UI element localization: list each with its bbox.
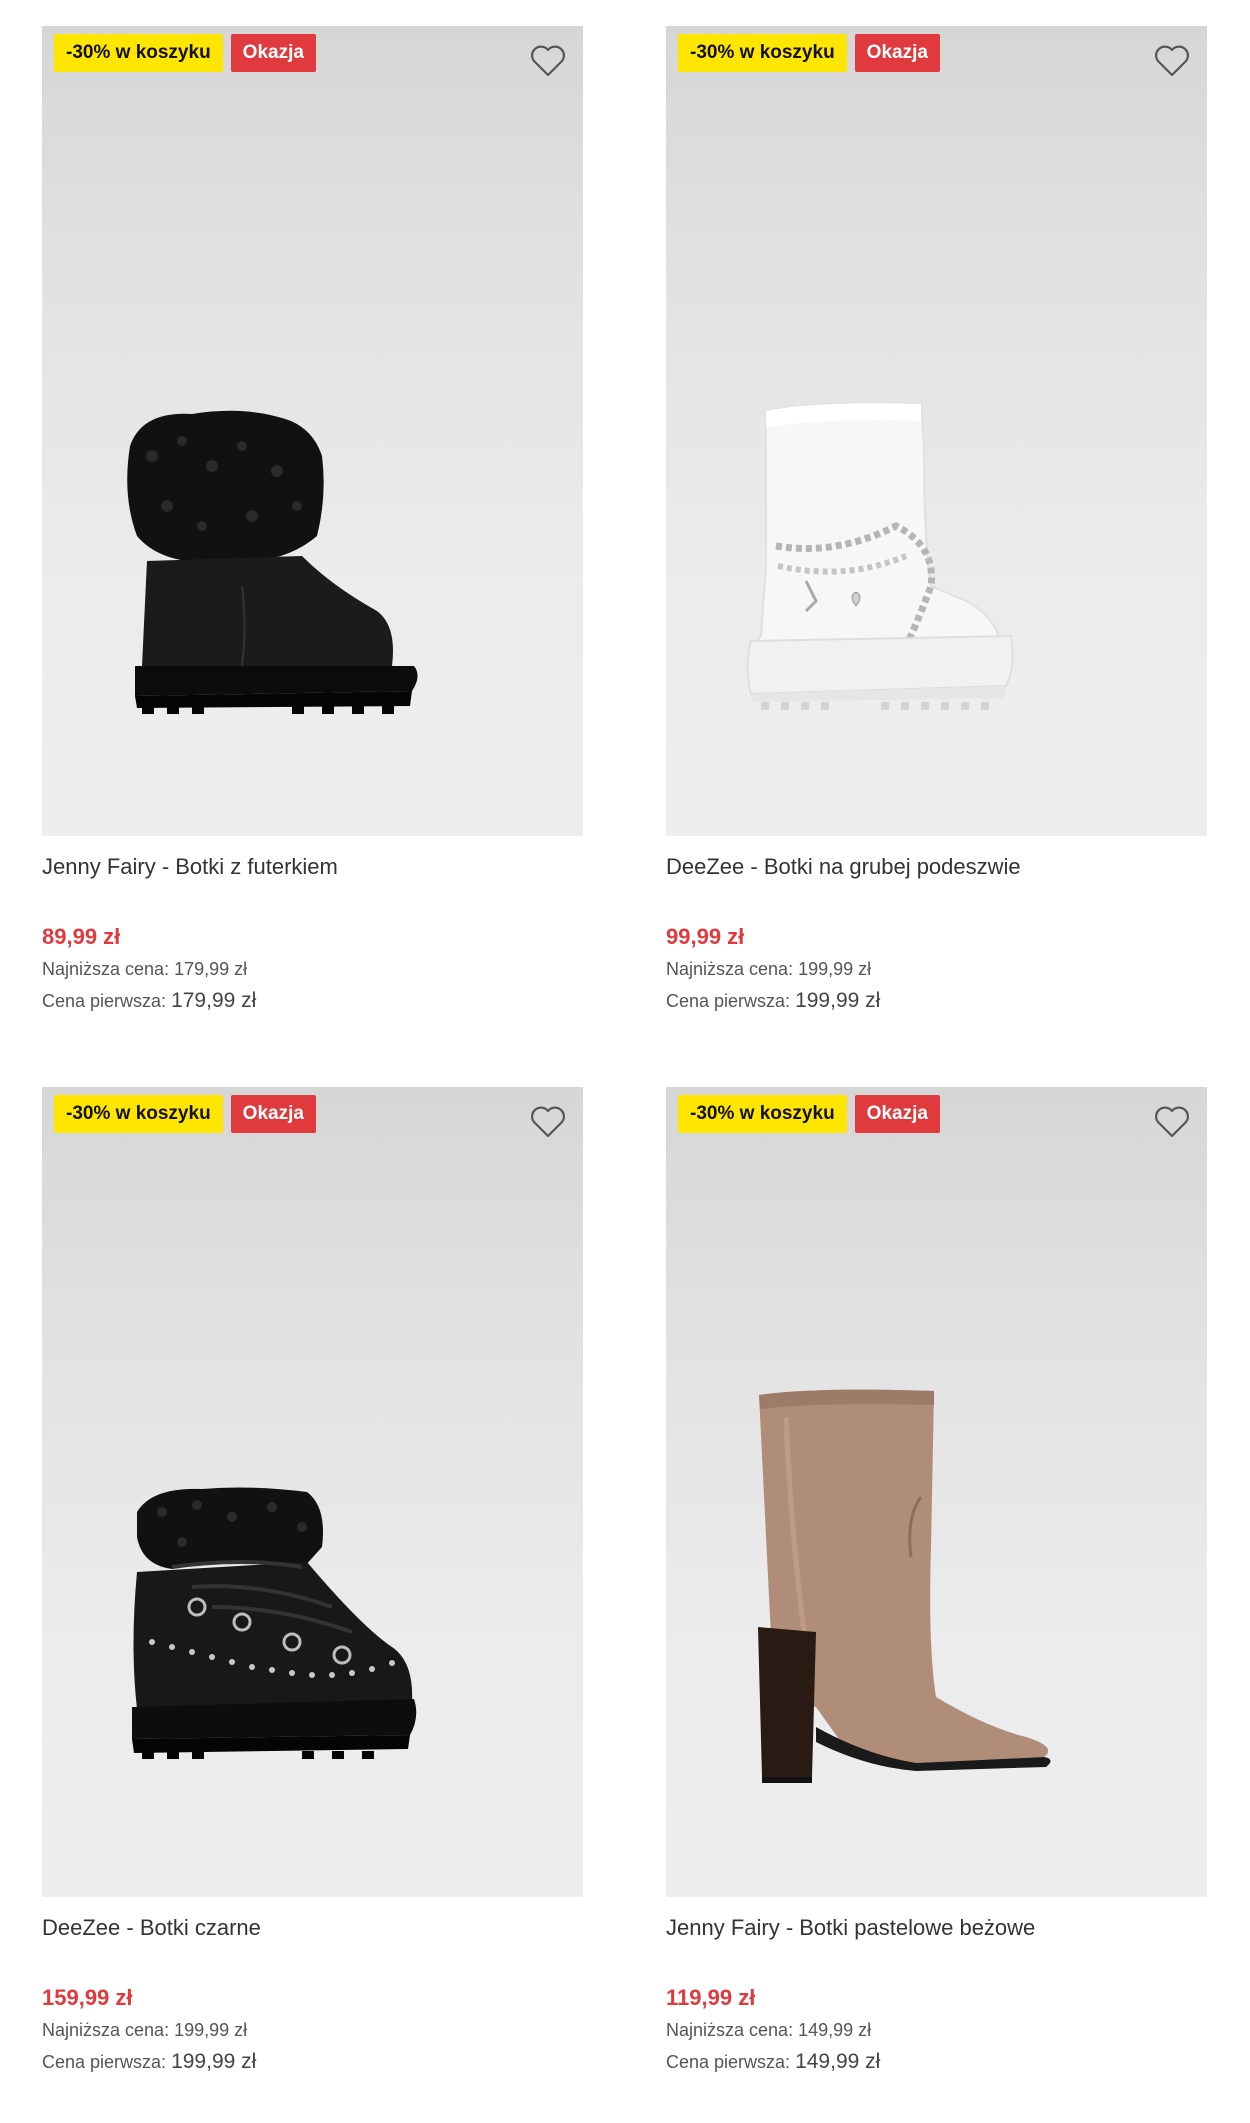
lowest-price-row: Najniższa cena: 199,99 zł	[666, 954, 1207, 984]
original-price-row: Cena pierwsza: 199,99 zł	[666, 986, 1207, 1016]
favorite-button[interactable]	[529, 1103, 567, 1141]
product-price: 99,99 zł	[666, 924, 745, 949]
heart-outline-icon	[531, 45, 565, 77]
favorite-button[interactable]	[529, 42, 567, 80]
product-card[interactable]: -30% w koszyku Okazja Jenny Fairy - Botk…	[42, 26, 583, 1016]
lowest-price-value: 179,99 zł	[174, 959, 248, 979]
original-price-row: Cena pierwsza: 179,99 zł	[42, 986, 583, 1016]
original-price-value: 199,99 zł	[171, 2050, 257, 2073]
heart-outline-icon	[1155, 45, 1189, 77]
original-price-label: Cena pierwsza:	[42, 2052, 167, 2072]
product-image[interactable]: -30% w koszyku Okazja	[666, 26, 1207, 836]
favorite-button[interactable]	[1153, 42, 1191, 80]
badges: -30% w koszyku Okazja	[54, 34, 316, 72]
promo-badge: -30% w koszyku	[54, 1095, 223, 1133]
promo-badge: -30% w koszyku	[678, 34, 847, 72]
product-grid: -30% w koszyku Okazja Jenny Fairy - Botk…	[0, 0, 1250, 2123]
lowest-price-value: 149,99 zł	[798, 2020, 872, 2040]
lowest-price-label: Najniższa cena:	[666, 2020, 794, 2040]
lowest-price-row: Najniższa cena: 149,99 zł	[666, 2015, 1207, 2045]
deal-badge: Okazja	[854, 34, 940, 72]
product-image[interactable]: -30% w koszyku Okazja	[666, 1087, 1207, 1897]
heart-outline-icon	[1155, 1106, 1189, 1138]
product-title[interactable]: Jenny Fairy - Botki pastelowe beżowe	[666, 1913, 1207, 1943]
original-price-label: Cena pierwsza:	[666, 2052, 791, 2072]
white-chunky-boot-image	[746, 402, 1014, 710]
lowest-price-row: Najniższa cena: 179,99 zł	[42, 954, 583, 984]
product-image[interactable]: -30% w koszyku Okazja	[42, 26, 583, 836]
lowest-price-label: Najniższa cena:	[42, 2020, 170, 2040]
product-title[interactable]: Jenny Fairy - Botki z futerkiem	[42, 852, 583, 882]
lowest-price-row: Najniższa cena: 199,99 zł	[42, 2015, 583, 2045]
promo-badge: -30% w koszyku	[678, 1095, 847, 1133]
product-image[interactable]: -30% w koszyku Okazja	[42, 1087, 583, 1897]
deal-badge: Okazja	[230, 1095, 316, 1133]
original-price-label: Cena pierwsza:	[42, 991, 167, 1011]
original-price-row: Cena pierwsza: 199,99 zł	[42, 2047, 583, 2077]
promo-badge: -30% w koszyku	[54, 34, 223, 72]
beige-heeled-boot-image	[758, 1389, 1051, 1783]
lowest-price-value: 199,99 zł	[798, 959, 872, 979]
deal-badge: Okazja	[230, 34, 316, 72]
product-price: 89,99 zł	[42, 924, 121, 949]
product-title[interactable]: DeeZee - Botki na grubej podeszwie	[666, 852, 1207, 882]
product-card[interactable]: -30% w koszyku Okazja DeeZee - Botki na …	[666, 26, 1207, 1016]
product-title[interactable]: DeeZee - Botki czarne	[42, 1913, 583, 1943]
original-price-value: 179,99 zł	[171, 989, 257, 1012]
original-price-value: 199,99 zł	[795, 989, 881, 1012]
badges: -30% w koszyku Okazja	[54, 1095, 316, 1133]
product-card[interactable]: -30% w koszyku Okazja DeeZee - Botki cza…	[42, 1087, 583, 2077]
heart-outline-icon	[531, 1106, 565, 1138]
product-card[interactable]: -30% w koszyku Okazja Jenny Fairy - Botk…	[666, 1087, 1207, 2077]
badges: -30% w koszyku Okazja	[678, 1095, 940, 1133]
original-price-row: Cena pierwsza: 149,99 zł	[666, 2047, 1207, 2077]
black-fur-boot-image	[127, 410, 418, 714]
lowest-price-label: Najniższa cena:	[42, 959, 170, 979]
favorite-button[interactable]	[1153, 1103, 1191, 1141]
lowest-price-label: Najniższa cena:	[666, 959, 794, 979]
badges: -30% w koszyku Okazja	[678, 34, 940, 72]
product-price: 119,99 zł	[666, 1985, 756, 2010]
black-studded-boot-image	[132, 1487, 417, 1759]
lowest-price-value: 199,99 zł	[174, 2020, 248, 2040]
original-price-label: Cena pierwsza:	[666, 991, 791, 1011]
product-price: 159,99 zł	[42, 1985, 133, 2010]
original-price-value: 149,99 zł	[795, 2050, 881, 2073]
deal-badge: Okazja	[854, 1095, 940, 1133]
